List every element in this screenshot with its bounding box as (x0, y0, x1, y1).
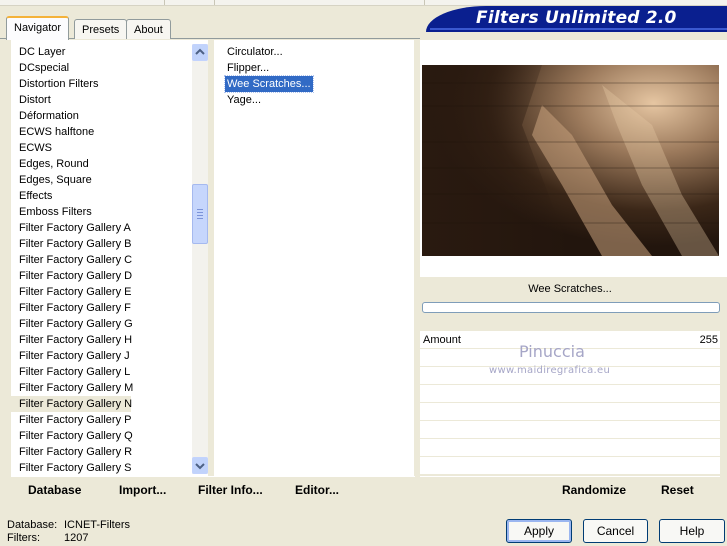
category-items: DC Layer DCspecial Distortion Filters Disto… (11, 44, 208, 476)
category-item[interactable]: ECWS (11, 140, 131, 156)
category-item[interactable]: Filter Factory Gallery A (11, 220, 131, 236)
scroll-down-button[interactable] (192, 457, 208, 474)
category-list[interactable]: DC Layer DCspecial Distortion Filters Disto… (11, 40, 208, 476)
param-row (420, 403, 720, 421)
category-item[interactable]: Filter Factory Gallery M (11, 380, 133, 396)
category-item[interactable]: Filter Factory Gallery J (11, 348, 131, 364)
category-item[interactable]: Edges, Round (11, 156, 131, 172)
status-filters-label: Filters: (7, 532, 40, 544)
scroll-up-button[interactable] (192, 44, 208, 61)
param-value: 255 (699, 334, 718, 346)
category-item[interactable]: Déformation (11, 108, 131, 124)
tab-about[interactable]: About (126, 19, 171, 39)
cancel-button[interactable]: Cancel (583, 519, 648, 543)
help-button[interactable]: Help (659, 519, 725, 543)
category-item[interactable]: Filter Factory Gallery R (11, 444, 132, 460)
category-item[interactable]: Filter Factory Gallery C (11, 252, 132, 268)
right-action-bar: Randomize Reset (420, 476, 720, 503)
category-item[interactable]: Filter Factory Gallery B (11, 236, 131, 252)
param-row (420, 439, 720, 457)
filter-item-circulator[interactable]: Circulator... (225, 44, 285, 60)
import-button[interactable]: Import... (119, 483, 166, 497)
category-item[interactable]: Filter Factory Gallery Q (11, 428, 133, 444)
current-filter-name: Wee Scratches... (420, 277, 720, 301)
category-item[interactable]: Edges, Square (11, 172, 131, 188)
param-row (420, 457, 720, 475)
category-item[interactable]: Filter Factory Gallery G (11, 316, 133, 332)
apply-button[interactable]: Apply (506, 519, 572, 543)
reset-button[interactable]: Reset (661, 483, 694, 497)
category-item[interactable]: Filter Factory Gallery D (11, 268, 132, 284)
category-item[interactable]: Distortion Filters (11, 76, 131, 92)
status-database-value: ICNET-Filters (64, 519, 130, 531)
preview-image (422, 65, 719, 256)
category-item[interactable]: DCspecial (11, 60, 131, 76)
category-item[interactable]: DC Layer (11, 44, 131, 60)
randomize-button[interactable]: Randomize (562, 483, 626, 497)
tab-presets[interactable]: Presets (74, 19, 128, 39)
param-row (420, 421, 720, 439)
filter-item-flipper[interactable]: Flipper... (225, 60, 271, 76)
param-row (420, 385, 720, 403)
progress-bar (422, 302, 720, 313)
param-label: Amount (423, 334, 461, 346)
status-filters-value: 1207 (64, 532, 89, 544)
tab-navigator[interactable]: Navigator (6, 16, 70, 40)
category-item[interactable]: Filter Factory Gallery N (11, 396, 132, 412)
category-item[interactable]: Emboss Filters (11, 204, 131, 220)
filter-item-wee-scratches[interactable]: Wee Scratches... (224, 75, 314, 93)
status-database-label: Database: (7, 519, 58, 531)
editor-button[interactable]: Editor... (295, 483, 339, 497)
watermark-url: www.maidiregrafica.eu (489, 365, 611, 376)
database-button[interactable]: Database (28, 483, 81, 497)
category-item[interactable]: Filter Factory Gallery L (11, 364, 131, 380)
left-action-bar: Database Import... Filter Info... Editor… (11, 476, 415, 503)
category-item[interactable]: Filter Factory Gallery S (11, 460, 131, 476)
category-item[interactable]: Distort (11, 92, 131, 108)
category-item[interactable]: Filter Factory Gallery H (11, 332, 132, 348)
category-item[interactable]: Effects (11, 188, 131, 204)
category-scrollbar[interactable] (192, 44, 208, 474)
app-title: Filters Unlimited 2.0 (476, 8, 677, 28)
category-item[interactable]: Filter Factory Gallery F (11, 300, 131, 316)
filter-list[interactable]: Circulator... Flipper... Wee Scratches..… (214, 40, 414, 476)
category-item[interactable]: ECWS halftone (11, 124, 131, 140)
filter-info-button[interactable]: Filter Info... (198, 483, 263, 497)
scroll-thumb[interactable] (192, 184, 208, 244)
category-item[interactable]: Filter Factory Gallery E (11, 284, 131, 300)
category-item[interactable]: Filter Factory Gallery P (11, 412, 131, 428)
watermark-title: Pinuccia (519, 342, 585, 361)
chevron-down-icon (195, 463, 205, 470)
chevron-up-icon (195, 48, 205, 55)
params-header (420, 313, 720, 331)
filter-item-yage[interactable]: Yage... (225, 92, 263, 108)
